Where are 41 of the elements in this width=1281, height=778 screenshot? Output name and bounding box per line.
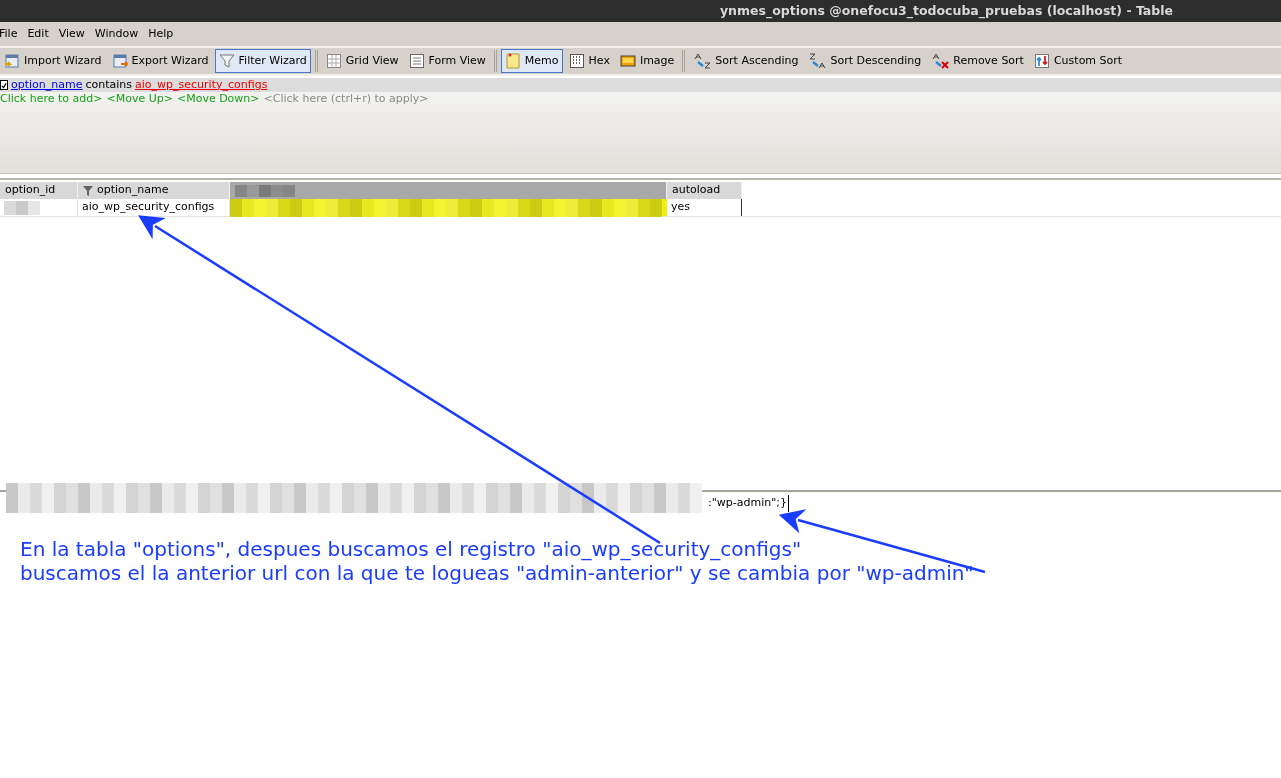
toolbar-button[interactable]: Hex (564, 49, 614, 73)
column-header[interactable]: autoload (667, 182, 742, 199)
toolbar-button[interactable]: Export Wizard (107, 49, 213, 73)
toolbar-button[interactable]: Form View (404, 49, 490, 73)
toolbar-button[interactable]: Custom Sort (1029, 49, 1127, 73)
column-header[interactable]: option_id (0, 182, 78, 199)
sort-ascending-icon (693, 53, 712, 69)
filter-checkbox[interactable] (0, 80, 8, 90)
menu-item[interactable]: View (57, 25, 86, 43)
toolbar-button[interactable]: Grid View (321, 49, 403, 73)
menu-item[interactable]: Window (93, 25, 140, 43)
toolbar-button[interactable]: Memo (500, 49, 563, 73)
menu-item[interactable]: Help (147, 25, 175, 43)
toolbar-button[interactable]: Remove Sort (927, 49, 1028, 73)
annotation-text: buscamos el la anterior url con la que te logueas "admin-anterior" y se cambia por "wp-admin" (20, 561, 975, 585)
remove-sort-icon (931, 53, 950, 69)
toolbar-button[interactable]: Filter Wizard (214, 49, 311, 73)
check-icon (1, 81, 7, 89)
menu-item[interactable]: File (0, 25, 19, 43)
image-icon (619, 53, 636, 69)
table-import-icon (4, 53, 20, 69)
toolbar-button[interactable]: Image (615, 49, 679, 73)
form-icon (408, 53, 425, 69)
custom-sort-icon (1033, 53, 1050, 69)
toolbar-button[interactable]: Sort Descending (804, 49, 926, 73)
memo-text: :"wp-admin";} (708, 495, 789, 512)
filter-operator: contains (85, 76, 133, 93)
table-export-icon (111, 53, 128, 69)
toolbar-button[interactable]: Import Wizard (0, 49, 106, 73)
window-title: ynmes_options @onefocu3_todocuba_pruebas (localhost) - Table (719, 1, 1173, 21)
annotation-text: En la tabla "options", despues buscamos el registro "aio_wp_security_configs" (20, 537, 803, 561)
menu-item[interactable]: Edit (26, 25, 50, 43)
note-icon (504, 53, 521, 69)
table-cell: yes (667, 199, 742, 216)
toolbar-button[interactable]: Sort Ascending (689, 49, 803, 73)
column-header[interactable]: option_name (78, 182, 230, 199)
funnel-icon (218, 53, 235, 69)
grid-icon (325, 53, 342, 69)
funnel-icon (83, 185, 93, 196)
sort-descending-icon (808, 53, 827, 69)
hex-grid-icon (568, 53, 585, 69)
